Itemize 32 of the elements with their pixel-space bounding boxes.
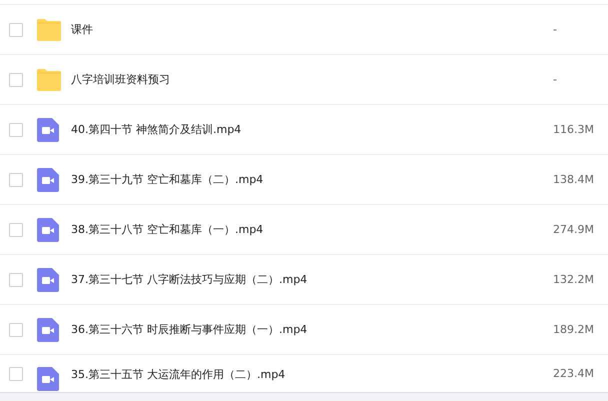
file-size: 116.3M	[553, 123, 595, 136]
checkbox[interactable]	[9, 22, 23, 36]
file-size: 132.2M	[553, 273, 595, 286]
checkbox[interactable]	[9, 322, 23, 336]
video-file-icon	[37, 268, 59, 292]
file-name[interactable]: 35.第三十五节 大运流年的作用（二）.mp4	[71, 367, 286, 382]
file-size: 189.2M	[553, 323, 595, 336]
file-size: 138.4M	[553, 173, 595, 186]
folder-icon	[37, 68, 61, 90]
file-size: 274.9M	[553, 223, 595, 236]
file-name[interactable]: 39.第三十九节 空亡和墓库（二）.mp4	[71, 172, 264, 187]
file-size: -	[553, 73, 558, 86]
checkbox[interactable]	[9, 272, 23, 286]
file-name[interactable]: 37.第三十七节 八字断法技巧与应期（二）.mp4	[71, 272, 308, 287]
video-file-icon	[37, 367, 59, 391]
checkbox[interactable]	[9, 172, 23, 186]
checkbox[interactable]	[9, 72, 23, 86]
checkbox[interactable]	[9, 222, 23, 236]
file-size: 223.4M	[553, 367, 595, 380]
file-size: -	[553, 23, 558, 36]
file-name[interactable]: 八字培训班资料预习	[71, 72, 170, 87]
video-file-icon	[37, 318, 59, 342]
checkbox[interactable]	[9, 367, 23, 381]
file-name[interactable]: 40.第四十节 神煞简介及结训.mp4	[71, 122, 242, 137]
video-file-icon	[37, 168, 59, 192]
file-name[interactable]: 38.第三十八节 空亡和墓库（一）.mp4	[71, 222, 264, 237]
checkbox[interactable]	[9, 122, 23, 136]
folder-icon	[37, 18, 61, 40]
file-name[interactable]: 36.第三十六节 时辰推断与事件应期（一）.mp4	[71, 322, 308, 337]
file-name[interactable]: 课件	[71, 22, 93, 37]
video-file-icon	[37, 218, 59, 242]
video-file-icon	[37, 118, 59, 142]
